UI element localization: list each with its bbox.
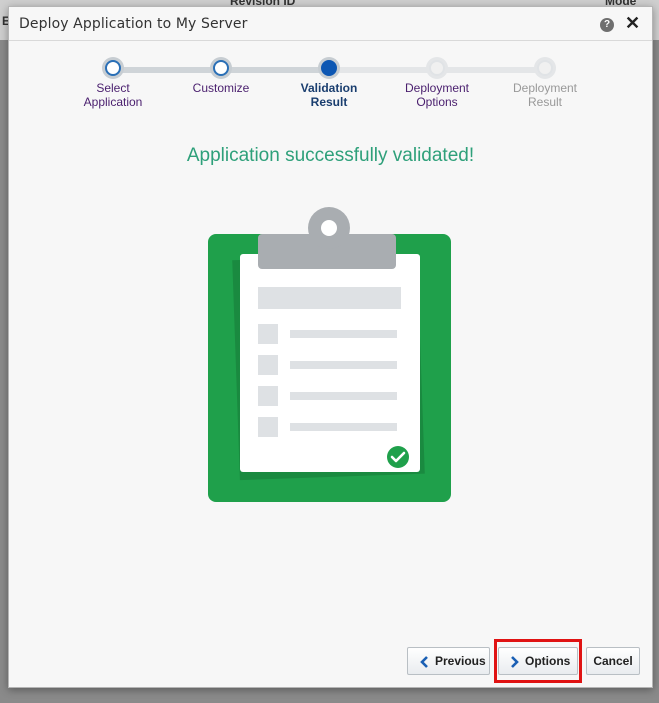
checkbox-square [258, 355, 278, 375]
cancel-label: Cancel [593, 654, 633, 668]
previous-button[interactable]: Previous [407, 647, 490, 675]
step-label-line: Deployment [404, 81, 470, 95]
train-label-customize[interactable]: Customize [166, 81, 276, 95]
step-label-line: Application [83, 95, 143, 109]
clipboard-clip-hole [321, 220, 337, 236]
step-label-line: Select [96, 81, 130, 95]
step-label-line: Options [416, 95, 458, 109]
close-icon[interactable]: ✕ [625, 13, 640, 34]
step-label-line: Deployment [512, 81, 578, 95]
train-label-validation-result: Validation Result [274, 81, 384, 109]
check-circle-icon [387, 446, 409, 468]
paper-line [290, 392, 397, 400]
train-stop-validation-result [321, 60, 337, 76]
train-stop-customize[interactable] [213, 60, 229, 76]
cancel-button[interactable]: Cancel [586, 647, 640, 675]
train-label-deployment-result: Deployment Result [490, 81, 600, 109]
validation-success-message: Application successfully validated! [186, 145, 475, 166]
train-label-select-application[interactable]: Select Application [58, 81, 168, 109]
checkbox-square [258, 324, 278, 344]
deploy-dialog: Deploy Application to My Server ? ✕ Sele… [8, 6, 653, 688]
checkbox-square [258, 417, 278, 437]
step-label-line: Result [527, 95, 562, 109]
train-label-deployment-options[interactable]: Deployment Options [382, 81, 492, 109]
checkbox-square [258, 386, 278, 406]
paper-line [290, 330, 397, 338]
dialog-title: Deploy Application to My Server [19, 16, 248, 32]
wizard-train: Select Application Customize Validation … [9, 55, 652, 125]
train-stop-deployment-result [537, 60, 553, 76]
dialog-titlebar: Deploy Application to My Server ? ✕ [9, 7, 652, 41]
chevron-left-icon [420, 655, 428, 668]
highlight-box [494, 639, 582, 683]
paper-header-bar [258, 287, 401, 309]
clipboard-illustration [208, 207, 451, 502]
train-stop-select-application[interactable] [105, 60, 121, 76]
step-label-line: Customize [192, 81, 250, 95]
help-icon[interactable]: ? [600, 18, 614, 32]
paper-line [290, 361, 397, 369]
train-stop-deployment-options[interactable] [429, 60, 445, 76]
step-label-line: Result [310, 95, 348, 109]
step-label-line: Validation [300, 81, 358, 95]
previous-label: Previous [435, 654, 486, 668]
paper-line [290, 423, 397, 431]
